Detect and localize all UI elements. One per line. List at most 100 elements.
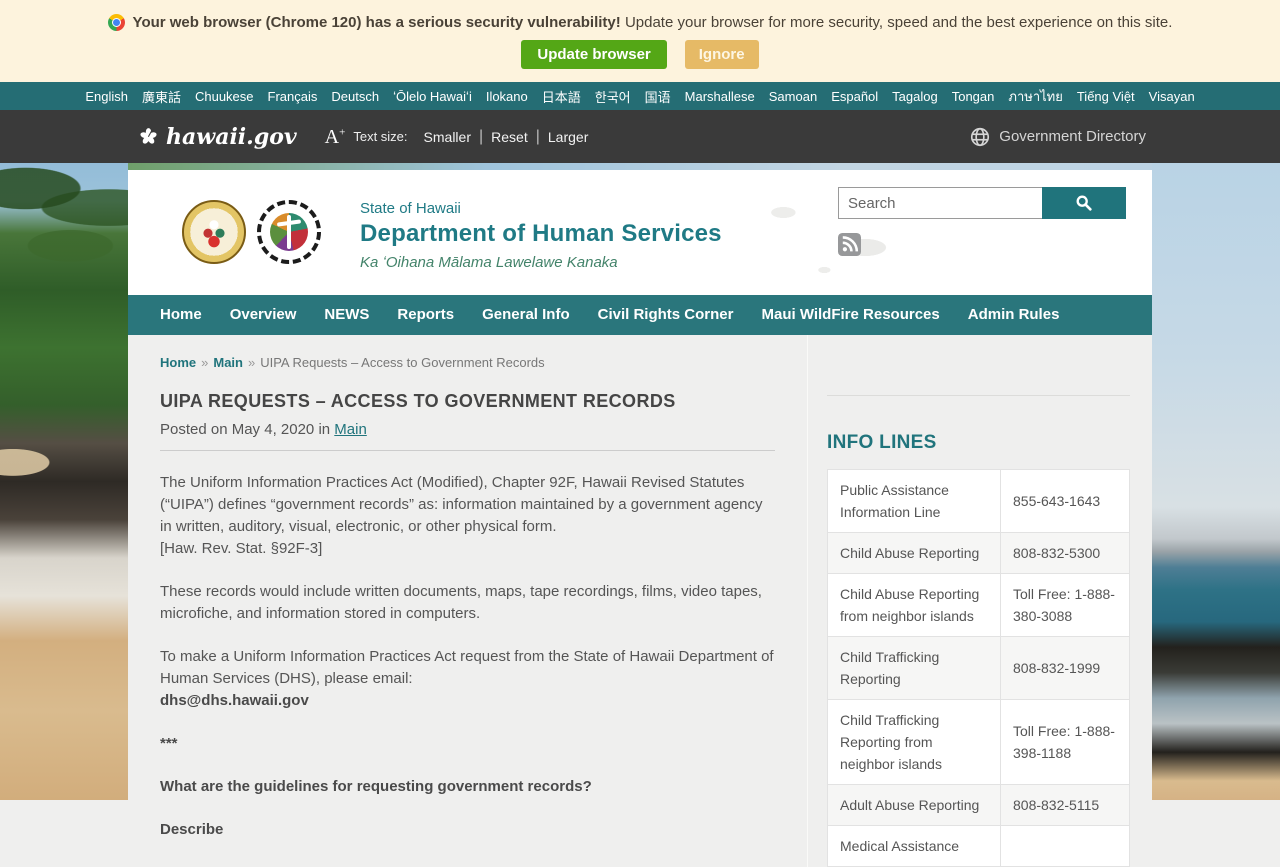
info-line-label: Child Trafficking Reporting from neighbo… xyxy=(827,699,1001,785)
hawaii-gov-logo[interactable]: hawaii.gov xyxy=(138,124,297,150)
breadcrumb-main-link[interactable]: Main xyxy=(213,355,243,370)
language-link-japanese[interactable]: 日本語 xyxy=(542,87,581,106)
paragraph-records-examples: These records would include written docu… xyxy=(160,583,762,622)
paragraph-request-instructions: To make a Uniform Information Practices … xyxy=(160,646,775,712)
info-line-label: Child Abuse Reporting xyxy=(827,532,1001,574)
site-header: State of Hawaii Department of Human Serv… xyxy=(128,170,1152,295)
info-line-number xyxy=(1000,825,1130,867)
language-link-thai[interactable]: ภาษาไทย xyxy=(1008,86,1062,107)
language-link-visayan[interactable]: Visayan xyxy=(1149,89,1195,104)
language-link-samoan[interactable]: Samoan xyxy=(769,89,817,104)
warning-text-bold: Your web browser (Chrome 120) has a seri… xyxy=(132,14,621,31)
language-link-tongan[interactable]: Tongan xyxy=(952,89,995,104)
text-size-icon: A+ xyxy=(324,125,346,148)
search-icon xyxy=(1075,194,1093,212)
state-label: State of Hawaii xyxy=(360,200,461,217)
page-title: UIPA REQUESTS – ACCESS TO GOVERNMENT REC… xyxy=(160,391,676,411)
language-link-marshallese[interactable]: Marshallese xyxy=(685,89,755,104)
hawaii-gov-wordmark: hawaii.gov xyxy=(166,123,297,150)
language-link-cantonese[interactable]: 廣東話 xyxy=(142,87,181,106)
divider xyxy=(160,450,775,451)
breadcrumb-separator: » xyxy=(201,355,209,370)
update-browser-button[interactable]: Update browser xyxy=(521,40,667,69)
sidebar-divider xyxy=(827,395,1130,396)
hibiscus-icon xyxy=(138,126,159,147)
language-link-chuukese[interactable]: Chuukese xyxy=(195,89,254,104)
info-line-label: Adult Abuse Reporting xyxy=(827,784,1001,826)
nav-overview[interactable]: Overview xyxy=(216,295,311,335)
info-line-label: Medical Assistance xyxy=(827,825,1001,867)
info-line-number: 808-832-1999 xyxy=(1000,636,1130,700)
rss-icon[interactable] xyxy=(838,233,861,261)
ignore-button[interactable]: Ignore xyxy=(684,40,759,69)
nav-civil-rights-corner[interactable]: Civil Rights Corner xyxy=(584,295,748,335)
table-row: Public Assistance Information Line 855-6… xyxy=(827,469,1130,533)
separator: | xyxy=(535,127,540,145)
search-button[interactable] xyxy=(1042,187,1126,219)
info-line-label: Public Assistance Information Line xyxy=(827,469,1001,533)
main-navigation: Home Overview NEWS Reports General Info … xyxy=(128,295,1152,335)
info-line-label: Child Abuse Reporting from neighbor isla… xyxy=(827,573,1001,637)
language-link-french[interactable]: Français xyxy=(268,89,318,104)
info-lines-heading: INFO LINES xyxy=(827,432,937,453)
warning-text: Your web browser (Chrome 120) has a seri… xyxy=(133,14,1173,31)
language-link-korean[interactable]: 한국어 xyxy=(595,87,631,106)
info-lines-table: Public Assistance Information Line 855-6… xyxy=(827,469,1130,867)
utility-bar: hawaii.gov A+ Text size: Smaller | Reset… xyxy=(0,110,1280,163)
paragraph-uipa-definition: The Uniform Information Practices Act (M… xyxy=(160,472,775,560)
table-row: Child Trafficking Reporting 808-832-1999 xyxy=(827,636,1130,700)
background-photo-right xyxy=(1152,163,1280,800)
language-link-tagalog[interactable]: Tagalog xyxy=(892,89,938,104)
text-size-label: Text size: xyxy=(353,129,408,144)
hawaiian-name: Ka ʻOihana Mālama Lawelawe Kanaka xyxy=(360,254,618,271)
nav-reports[interactable]: Reports xyxy=(383,295,468,335)
language-bar: English 廣東話 Chuukese Français Deutsch ʻŌ… xyxy=(0,82,1280,110)
dhs-seal xyxy=(257,200,321,264)
nav-home[interactable]: Home xyxy=(146,295,216,335)
table-row: Child Trafficking Reporting from neighbo… xyxy=(827,699,1130,785)
info-line-label: Child Trafficking Reporting xyxy=(827,636,1001,700)
asterisk-separator: *** xyxy=(160,735,178,752)
info-line-number: 855-643-1643 xyxy=(1000,469,1130,533)
search-input[interactable] xyxy=(838,187,1042,219)
text-size-reset-link[interactable]: Reset xyxy=(491,129,528,145)
nav-news[interactable]: NEWS xyxy=(310,295,383,335)
post-meta-category-link[interactable]: Main xyxy=(334,421,367,438)
language-link-spanish[interactable]: Español xyxy=(831,89,878,104)
info-line-number: 808-832-5300 xyxy=(1000,532,1130,574)
separator: | xyxy=(479,127,484,145)
info-line-number: Toll Free: 1-888-398-1188 xyxy=(1000,699,1130,785)
language-link-mandarin[interactable]: 国语 xyxy=(645,87,671,106)
table-row: Child Abuse Reporting from neighbor isla… xyxy=(827,573,1130,637)
nav-maui-wildfire-resources[interactable]: Maui WildFire Resources xyxy=(747,295,953,335)
browser-warning-banner: Your web browser (Chrome 120) has a seri… xyxy=(0,0,1280,82)
breadcrumb-current: UIPA Requests – Access to Government Rec… xyxy=(260,355,545,370)
globe-icon xyxy=(969,126,991,148)
chrome-icon xyxy=(107,14,125,31)
info-line-number: Toll Free: 1-888-380-3088 xyxy=(1000,573,1130,637)
post-meta: Posted on May 4, 2020 in Main xyxy=(160,421,775,438)
sidebar: INFO LINES Public Assistance Information… xyxy=(808,335,1152,867)
language-link-vietnamese[interactable]: Tiếng Việt xyxy=(1077,89,1135,104)
paragraph-text: The Uniform Information Practices Act (M… xyxy=(160,474,763,535)
breadcrumb-separator: » xyxy=(247,355,256,370)
language-link-english[interactable]: English xyxy=(85,89,128,104)
table-row: Medical Assistance xyxy=(827,825,1130,867)
language-link-german[interactable]: Deutsch xyxy=(331,89,379,104)
guidelines-question-heading: What are the guidelines for requesting g… xyxy=(160,778,592,795)
nav-general-info[interactable]: General Info xyxy=(468,295,584,335)
text-size-larger-link[interactable]: Larger xyxy=(548,129,588,145)
breadcrumb: Home » Main » UIPA Requests – Access to Gove… xyxy=(160,355,775,370)
language-link-hawaiian[interactable]: ʻŌlelo Hawaiʻi xyxy=(393,89,472,104)
text-size-smaller-link[interactable]: Smaller xyxy=(424,129,471,145)
government-directory-link[interactable]: Government Directory xyxy=(969,126,1146,148)
department-title: Department of Human Services xyxy=(360,220,722,247)
nav-admin-rules[interactable]: Admin Rules xyxy=(954,295,1074,335)
statute-citation: [Haw. Rev. Stat. §92F-3] xyxy=(160,540,323,557)
info-line-number: 808-832-5115 xyxy=(1000,784,1130,826)
language-link-ilokano[interactable]: Ilokano xyxy=(486,89,528,104)
describe-heading: Describe xyxy=(160,821,224,838)
warning-text-rest: Update your browser for more security, s… xyxy=(624,14,1173,31)
paragraph-text: To make a Uniform Information Practices … xyxy=(160,648,774,687)
breadcrumb-home-link[interactable]: Home xyxy=(160,355,196,370)
